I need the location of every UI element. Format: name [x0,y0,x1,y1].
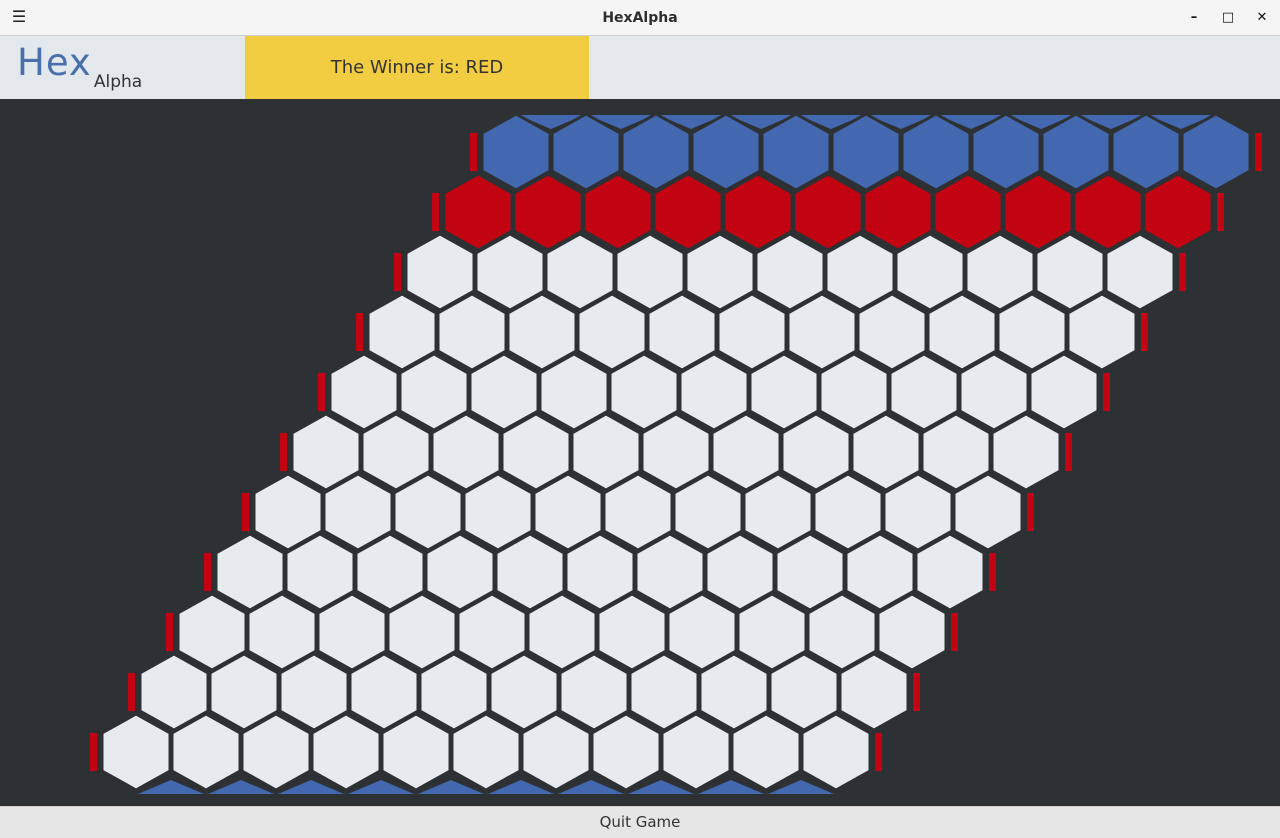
quit-game-button[interactable]: Quit Game [0,807,1280,838]
red-edge-marker [989,553,996,591]
logo-main-text: Hex [17,41,92,84]
hex-cell-r1-c11[interactable] [1180,112,1252,192]
red-edge-marker [1027,493,1034,531]
red-edge-marker [470,133,477,171]
close-icon[interactable]: ✕ [1251,7,1273,29]
app-header: Hex Alpha [0,36,1280,99]
window-title: HexAlpha [602,10,678,26]
footer-bar: Quit Game [0,806,1280,837]
red-edge-marker [394,253,401,291]
hamburger-menu-icon[interactable]: ☰ [8,6,30,28]
maximize-icon[interactable]: □ [1217,7,1239,29]
red-edge-marker [1255,133,1262,171]
red-edge-marker [242,493,249,531]
hex-board [0,99,1280,806]
red-edge-marker [875,733,882,771]
logo-sub-text: Alpha [93,72,143,92]
red-edge-marker [1141,313,1148,351]
red-edge-marker [1179,253,1186,291]
red-edge-marker [951,613,958,651]
red-edge-marker [128,673,135,711]
minimize-icon[interactable]: – [1183,7,1205,29]
red-edge-marker [1065,433,1072,471]
red-edge-marker [1217,193,1224,231]
red-edge-marker [166,613,173,651]
red-edge-marker [318,373,325,411]
red-edge-marker [356,313,363,351]
winner-banner: The Winner is: RED [245,36,589,99]
red-edge-marker [913,673,920,711]
hex-cell-r11-c1[interactable] [100,712,172,792]
title-bar: ☰ HexAlpha – □ ✕ [0,0,1280,36]
red-edge-marker [280,433,287,471]
red-edge-marker [204,553,211,591]
red-edge-marker [90,733,97,771]
hex-board-svg [90,112,1262,794]
red-edge-marker [1103,373,1110,411]
red-edge-marker [432,193,439,231]
app-logo: Hex Alpha [17,41,142,96]
